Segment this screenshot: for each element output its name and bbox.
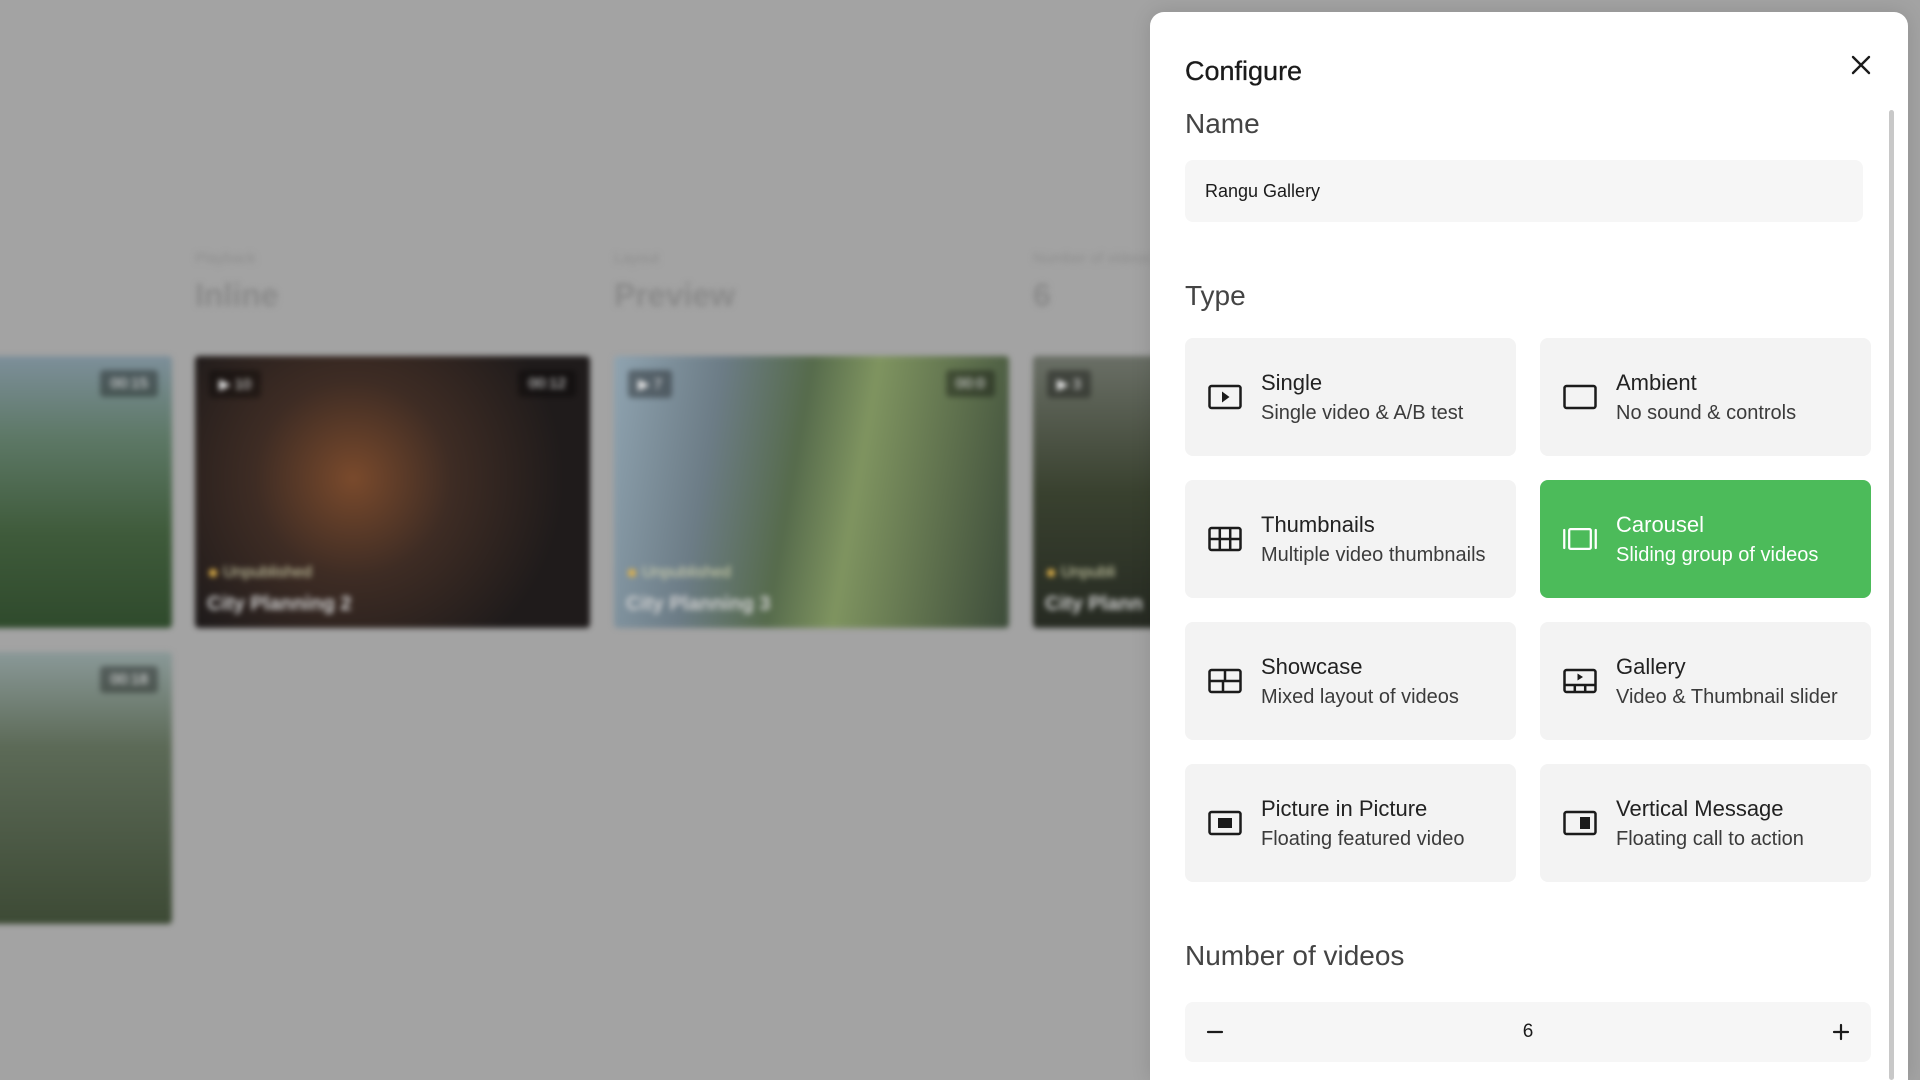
rectangle-icon xyxy=(1563,384,1597,410)
video-card[interactable]: ▶ 10 00:12 Unpublished City Planning 2 xyxy=(195,356,590,628)
stat-label: Playback xyxy=(195,250,256,267)
decrement-button[interactable] xyxy=(1185,1002,1245,1062)
gallery-icon xyxy=(1563,668,1597,694)
video-count-label: Number of videos xyxy=(1185,940,1405,971)
type-description: Single video & A/B test xyxy=(1261,401,1464,424)
video-card[interactable]: 00:18 xyxy=(0,652,172,924)
video-count-value[interactable]: 6 xyxy=(1185,1002,1871,1062)
video-views-count: 3 xyxy=(1072,376,1082,393)
type-grid: Single Single video & A/B test Ambient N… xyxy=(1185,338,1871,882)
name-label: Name xyxy=(1185,108,1260,139)
type-card-gallery[interactable]: Gallery Video & Thumbnail slider xyxy=(1540,622,1871,740)
type-name: Vertical Message xyxy=(1616,795,1784,821)
video-title: City Planning 2 xyxy=(207,593,352,615)
carousel-icon xyxy=(1563,527,1597,551)
video-duration: 00:18 xyxy=(100,666,158,693)
configure-panel: Configure Name Type Single Single video … xyxy=(1150,12,1908,1080)
type-card-picture-in-picture[interactable]: Picture in Picture Floating featured vid… xyxy=(1185,764,1516,882)
stat-layout: Layout Preview xyxy=(614,250,735,314)
name-input[interactable] xyxy=(1185,160,1863,222)
type-description: Sliding group of videos xyxy=(1616,543,1819,566)
type-name: Showcase xyxy=(1261,653,1363,679)
video-duration: 00:15 xyxy=(100,370,158,397)
minus-icon xyxy=(1206,1030,1224,1034)
video-card[interactable]: 00:15 xyxy=(0,356,172,628)
video-views-count: 7 xyxy=(653,376,663,393)
vertical-message-icon xyxy=(1563,810,1597,836)
stat-playback: Playback Inline xyxy=(195,250,279,314)
video-views: ▶ 7 xyxy=(628,370,673,398)
type-card-vertical-message[interactable]: Vertical Message Floating call to action xyxy=(1540,764,1871,882)
type-label: Type xyxy=(1185,280,1246,311)
stat-label: Layout xyxy=(614,250,660,267)
pip-icon xyxy=(1208,810,1242,836)
type-name: Carousel xyxy=(1616,511,1705,537)
grid-icon xyxy=(1208,526,1242,552)
video-card[interactable]: ▶ 7 00:0 Unpublished City Planning 3 xyxy=(614,356,1009,628)
video-views: ▶ 3 xyxy=(1047,370,1092,398)
type-name: Gallery xyxy=(1616,653,1686,679)
stat-video-count: Number of videos 6 xyxy=(1033,250,1151,314)
close-button[interactable] xyxy=(1844,48,1878,82)
type-description: Floating call to action xyxy=(1616,827,1804,850)
close-icon xyxy=(1851,55,1871,75)
plus-icon xyxy=(1832,1023,1850,1041)
stat-label: Number of videos xyxy=(1033,250,1151,267)
type-card-carousel[interactable]: Carousel Sliding group of videos xyxy=(1540,480,1871,598)
type-card-thumbnails[interactable]: Thumbnails Multiple video thumbnails xyxy=(1185,480,1516,598)
type-description: Video & Thumbnail slider xyxy=(1616,685,1838,708)
scrollbar[interactable] xyxy=(1889,110,1894,1080)
video-duration: 00:0 xyxy=(945,370,995,397)
stat-value: Inline xyxy=(195,277,279,313)
type-name: Picture in Picture xyxy=(1261,795,1428,821)
play-box-icon xyxy=(1208,384,1242,410)
type-name: Thumbnails xyxy=(1261,511,1375,537)
type-name: Single xyxy=(1261,369,1323,395)
video-title: City Plann xyxy=(1045,593,1143,615)
panel-title: Configure xyxy=(1185,56,1303,86)
type-description: Mixed layout of videos xyxy=(1261,685,1459,708)
stat-value: 6 xyxy=(1033,277,1051,313)
video-title: City Planning 3 xyxy=(626,593,771,615)
type-description: No sound & controls xyxy=(1616,401,1797,424)
video-duration: 00:12 xyxy=(518,370,576,397)
video-views-count: 10 xyxy=(234,376,252,393)
type-card-single[interactable]: Single Single video & A/B test xyxy=(1185,338,1516,456)
video-views: ▶ 10 xyxy=(209,370,262,398)
video-status: Unpublished xyxy=(209,564,312,582)
type-name: Ambient xyxy=(1616,369,1697,395)
video-count-stepper: 6 xyxy=(1185,1002,1871,1062)
video-status: Unpublished xyxy=(628,564,731,582)
stat-value: Preview xyxy=(614,277,735,313)
type-description: Multiple video thumbnails xyxy=(1261,543,1486,566)
showcase-icon xyxy=(1208,668,1242,694)
increment-button[interactable] xyxy=(1811,1002,1871,1062)
type-card-ambient[interactable]: Ambient No sound & controls xyxy=(1540,338,1871,456)
video-status: Unpubli xyxy=(1047,564,1115,582)
type-description: Floating featured video xyxy=(1261,827,1465,850)
type-card-showcase[interactable]: Showcase Mixed layout of videos xyxy=(1185,622,1516,740)
